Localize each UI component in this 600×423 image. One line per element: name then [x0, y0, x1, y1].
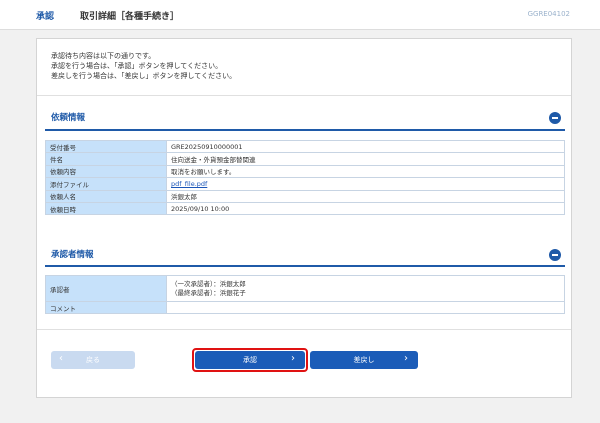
back-button-label: 戻る — [86, 356, 100, 364]
requester-name: 浜銀太郎 — [166, 189, 565, 203]
main-panel: 承認待ち内容は以下の通りです。 承認を行う場合は、「承認」ボタンを押してください… — [36, 38, 572, 398]
row-label: 承認者 — [45, 275, 167, 302]
collapse-icon[interactable] — [549, 249, 561, 261]
first-approver: （一次承認者）：浜銀太郎 — [171, 279, 246, 288]
approve-button[interactable]: 承認 › — [195, 351, 305, 369]
final-approver: （最終承認者）：浜銀花子 — [171, 288, 246, 297]
return-button[interactable]: 差戻し › — [310, 351, 418, 369]
intro-line-1: 承認待ち内容は以下の通りです。 — [51, 52, 156, 60]
request-info-title: 依頼情報 — [51, 113, 86, 123]
table-row: 件名 住向送金・外貨預金部替関連 — [45, 152, 565, 166]
section-underline — [45, 265, 565, 267]
return-button-label: 差戻し — [353, 356, 375, 364]
row-label: 件名 — [45, 152, 167, 166]
table-row: 依頼日時 2025/09/10 10:00 — [45, 201, 565, 216]
back-button[interactable]: ‹ 戻る — [51, 351, 135, 369]
section-underline — [45, 129, 565, 131]
row-label: コメント — [45, 300, 167, 315]
chevron-right-icon: › — [291, 353, 295, 364]
intro-text: 承認待ち内容は以下の通りです。 承認を行う場合は、「承認」ボタンを押してください… — [51, 51, 551, 81]
page-title: 取引詳細［各種手続き］ — [80, 12, 180, 22]
request-datetime: 2025/09/10 10:00 — [166, 201, 565, 216]
row-label: 添付ファイル — [45, 177, 167, 191]
table-row: 添付ファイル pdf_file.pdf — [45, 177, 565, 191]
page-header: 承認 取引詳細［各種手続き］ GGRE04102 — [0, 0, 600, 30]
approver-info-table: 承認者 （一次承認者）：浜銀太郎 （最終承認者）：浜銀花子 コメント — [45, 275, 565, 315]
approver-info-title: 承認者情報 — [51, 250, 94, 260]
category-label: 承認 — [36, 12, 55, 22]
approver-list: （一次承認者）：浜銀太郎 （最終承認者）：浜銀花子 — [166, 275, 565, 302]
reception-number: GRE20250910000001 — [166, 139, 565, 154]
row-label: 依頼内容 — [45, 164, 167, 179]
table-row: コメント — [45, 300, 565, 315]
comment-value — [166, 300, 565, 315]
intro-line-3: 差戻しを行う場合は、「差戻し」ボタンを押してください。 — [51, 72, 237, 80]
attachment-link[interactable]: pdf_file.pdf — [171, 180, 207, 188]
row-label: 受付番号 — [45, 139, 167, 154]
subject: 住向送金・外貨預金部替関連 — [166, 152, 565, 166]
table-row: 承認者 （一次承認者）：浜銀太郎 （最終承認者）：浜銀花子 — [45, 275, 565, 302]
table-row: 依頼内容 取消をお願いします。 — [45, 164, 565, 179]
row-label: 依頼日時 — [45, 201, 167, 216]
request-info-table: 受付番号 GRE20250910000001 件名 住向送金・外貨預金部替関連 … — [45, 139, 565, 216]
table-row: 受付番号 GRE20250910000001 — [45, 139, 565, 154]
screen-code: GGRE04102 — [527, 10, 570, 18]
intro-line-2: 承認を行う場合は、「承認」ボタンを押してください。 — [51, 62, 223, 70]
request-content: 取消をお願いします。 — [166, 164, 565, 179]
divider — [37, 329, 571, 330]
approve-button-label: 承認 — [243, 356, 257, 364]
row-label: 依頼人名 — [45, 189, 167, 203]
chevron-left-icon: ‹ — [59, 353, 63, 364]
divider — [37, 95, 571, 96]
chevron-right-icon: › — [404, 353, 408, 364]
collapse-icon[interactable] — [549, 112, 561, 124]
table-row: 依頼人名 浜銀太郎 — [45, 189, 565, 203]
